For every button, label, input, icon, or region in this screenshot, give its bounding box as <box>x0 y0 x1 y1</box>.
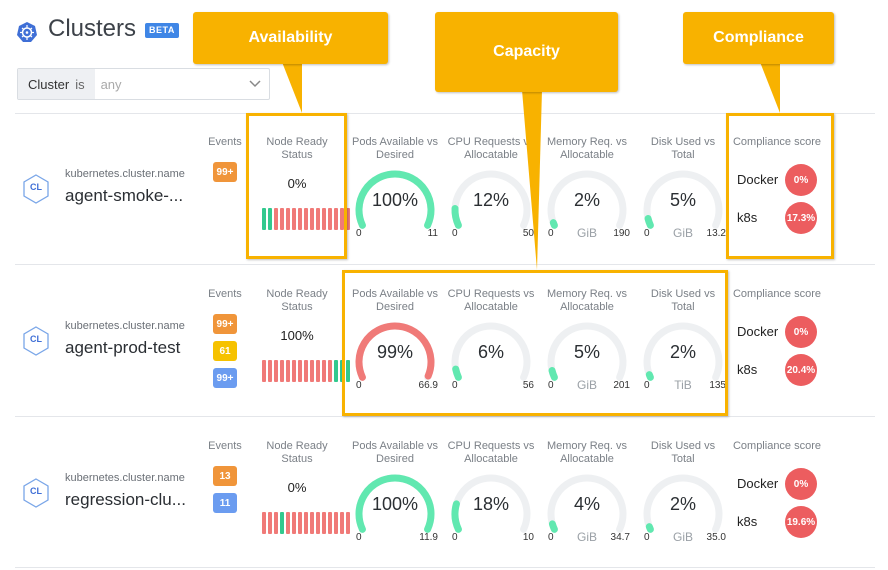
availability-callout: Availability <box>193 12 388 64</box>
compliance-callout: Compliance <box>683 12 834 64</box>
capacity-callout: Capacity <box>435 12 618 92</box>
